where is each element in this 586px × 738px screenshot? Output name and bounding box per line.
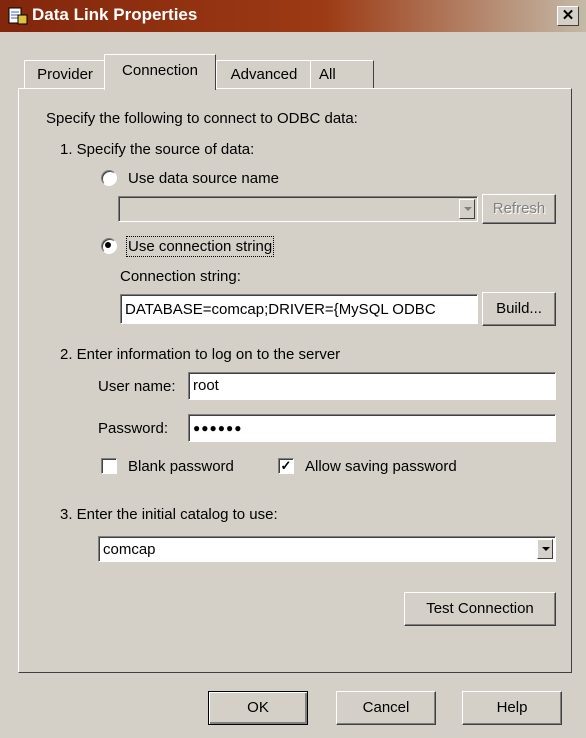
checkmark-icon: ✓ xyxy=(280,458,292,473)
tab-all[interactable]: All xyxy=(310,60,374,88)
allow-saving-checkbox[interactable]: ✓ xyxy=(278,458,294,474)
connstr-radio-label: Use connection string xyxy=(125,236,275,257)
tab-provider[interactable]: Provider xyxy=(24,60,106,88)
dsn-radio[interactable] xyxy=(101,170,117,186)
step3-label: 3. Enter the initial catalog to use: xyxy=(60,506,278,523)
window-title: Data Link Properties xyxy=(32,5,198,24)
tab-connection-label: Connection xyxy=(122,62,198,79)
catalog-select[interactable]: comcap xyxy=(98,536,556,562)
chevron-down-icon[interactable] xyxy=(459,199,475,219)
intro-text: Specify the following to connect to ODBC… xyxy=(46,110,358,127)
allow-saving-label: Allow saving password xyxy=(305,458,457,475)
help-button[interactable]: Help xyxy=(462,691,562,725)
tab-connection[interactable]: Connection xyxy=(104,54,216,90)
tab-advanced-label: Advanced xyxy=(230,66,298,83)
cancel-button[interactable]: Cancel xyxy=(336,691,436,725)
tab-advanced[interactable]: Advanced xyxy=(216,60,312,88)
tab-provider-label: Provider xyxy=(37,66,93,83)
dsn-radio-label: Use data source name xyxy=(128,170,279,187)
blank-password-checkbox[interactable] xyxy=(101,458,117,474)
connstr-radio[interactable] xyxy=(101,238,117,254)
password-label: Password: xyxy=(98,420,169,437)
catalog-select-value: comcap xyxy=(103,541,156,558)
radio-selected-dot xyxy=(105,242,111,248)
password-input[interactable]: ●●●●●● xyxy=(188,414,556,442)
chevron-down-icon[interactable] xyxy=(537,539,553,559)
tab-all-label: All xyxy=(319,66,336,83)
connstr-input[interactable]: DATABASE=comcap;DRIVER={MySQL ODBC xyxy=(120,294,478,324)
ok-button[interactable]: OK xyxy=(208,691,308,725)
data-link-icon xyxy=(8,7,28,25)
test-connection-button[interactable]: Test Connection xyxy=(404,592,556,626)
dsn-select[interactable] xyxy=(118,196,478,222)
step1-label: 1. Specify the source of data: xyxy=(60,141,255,158)
close-button[interactable]: ✕ xyxy=(557,6,579,26)
step2-label: 2. Enter information to log on to the se… xyxy=(60,346,341,363)
refresh-button[interactable]: Refresh xyxy=(482,194,556,224)
connstr-label: Connection string: xyxy=(120,268,241,285)
blank-password-label: Blank password xyxy=(128,458,234,475)
build-button[interactable]: Build... xyxy=(482,292,556,326)
close-icon: ✕ xyxy=(561,7,575,24)
username-input[interactable]: root xyxy=(188,372,556,400)
username-label: User name: xyxy=(98,378,176,395)
